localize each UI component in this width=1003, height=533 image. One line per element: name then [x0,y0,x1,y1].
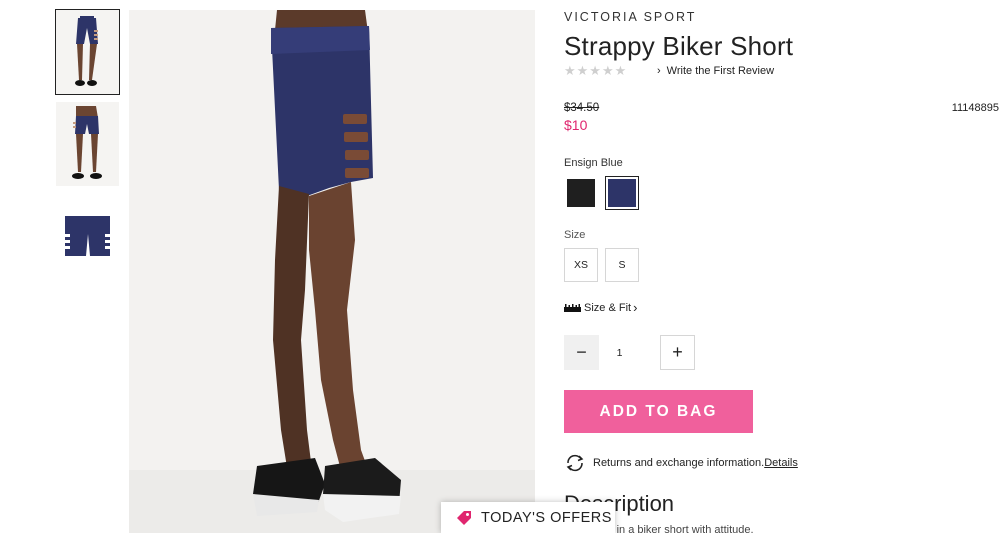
write-review-label: Write the First Review [666,65,775,77]
size-fit-link[interactable]: Size & Fit › [564,300,637,315]
todays-offers-label: TODAY'S OFFERS [481,509,612,526]
brand-name: VICTORIA SPORT [564,10,697,24]
thumbnail-back-image [56,102,119,186]
thumbnail-flat-image [56,194,119,278]
product-sku: 11148895 [951,102,999,114]
tag-icon [457,510,471,525]
returns-info: Returns and exchange information. Details [564,454,798,472]
color-swatches [564,176,639,210]
size-options: XS S [564,248,639,282]
thumbnail-back[interactable] [56,102,119,186]
chevron-right-icon: › [633,300,638,315]
thumbnail-list [55,9,120,286]
quantity-value[interactable]: 1 [602,347,637,359]
size-label: Size [564,229,586,241]
thumbnail-front-image [56,10,119,94]
thumbnail-front[interactable] [55,9,120,95]
size-option-s[interactable]: S [605,248,639,282]
quantity-decrease-button[interactable]: − [564,335,599,370]
product-title: Strappy Biker Short [564,31,794,61]
returns-details-link[interactable]: Details [764,457,798,469]
quantity-increase-button[interactable]: + [660,335,695,370]
returns-text: Returns and exchange information. [593,457,765,469]
thumbnail-flat[interactable] [56,194,119,278]
original-price: $34.50 [564,102,600,114]
chevron-right-icon: › [657,65,661,77]
selected-color-label: Ensign Blue [564,157,623,169]
todays-offers-button[interactable]: TODAY'S OFFERS [441,502,615,533]
ruler-icon [564,303,581,312]
rating-stars: ★★★★★ [564,63,628,78]
exchange-icon [566,454,584,472]
quantity-stepper: − 1 + [564,335,695,370]
color-swatch-black[interactable] [564,176,598,210]
size-fit-label: Size & Fit [584,301,632,314]
product-details-panel: VICTORIA SPORT Strappy Biker Short ★★★★★… [564,0,1003,533]
main-product-image [129,10,535,533]
size-option-xs[interactable]: XS [564,248,598,282]
write-review-link[interactable]: › Write the First Review [657,65,774,77]
add-to-bag-button[interactable]: ADD TO BAG [564,390,753,433]
color-swatch-ensign-blue[interactable] [605,176,639,210]
sale-price: $10 [564,117,588,133]
